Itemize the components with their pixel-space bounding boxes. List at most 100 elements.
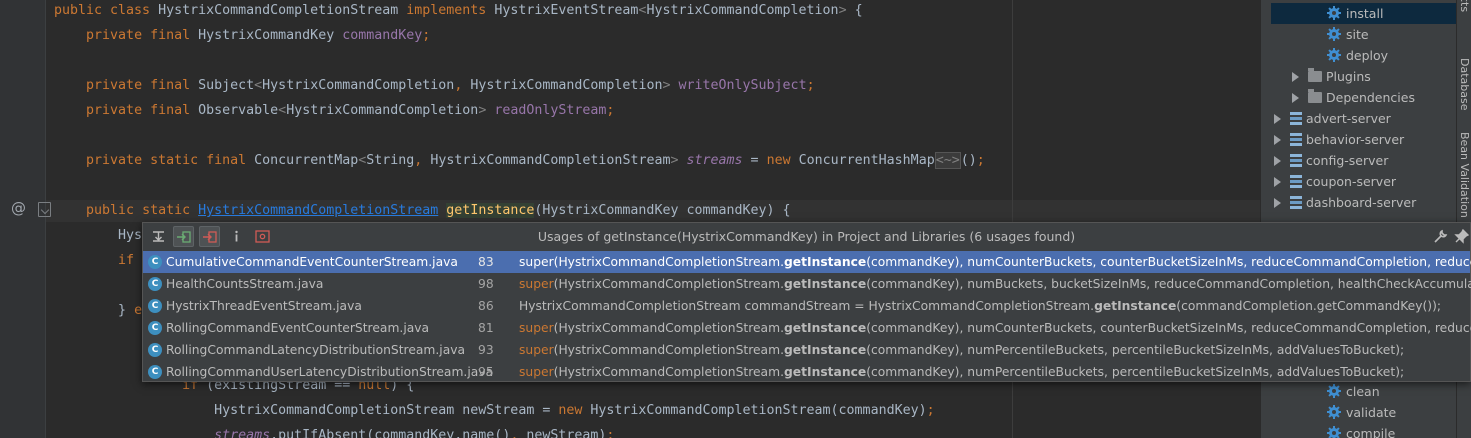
tree-item-clean[interactable]: clean (1327, 381, 1380, 402)
module-icon (1290, 175, 1302, 188)
expand-arrow-icon[interactable] (1274, 177, 1281, 187)
folder-icon (1308, 89, 1322, 103)
tree-item-validate[interactable]: validate (1327, 402, 1396, 423)
tree-item-label: dashboard-server (1306, 195, 1417, 210)
code-line[interactable]: } e (54, 300, 142, 322)
usage-code-snippet: HystrixCommandCompletionStream commandSt… (519, 295, 1441, 317)
code-token: > (838, 3, 855, 18)
expand-arrow-icon[interactable] (1274, 198, 1281, 208)
code-line[interactable]: public static HystrixCommandCompletionSt… (54, 200, 791, 222)
tree-item-label: compile (1346, 426, 1396, 438)
code-token: ; (422, 28, 431, 43)
snippet-suffix: (commandKey), numCounterBuckets, counter… (866, 255, 1471, 269)
settings-wrench-icon[interactable] (1433, 229, 1448, 244)
code-line[interactable]: public class HystrixCommandCompletionStr… (54, 0, 863, 22)
code-line[interactable]: private static final ConcurrentMap<Strin… (54, 150, 985, 172)
tab-maven-projects[interactable]: cts (1458, 0, 1471, 12)
module-icon (1290, 133, 1302, 146)
snippet-method: getInstance (783, 343, 867, 357)
code-token: Subject (198, 78, 255, 93)
tree-item-config-server[interactable]: config-server (1274, 150, 1388, 171)
code-token: implements (406, 3, 495, 18)
editor-gutter[interactable] (0, 0, 45, 438)
usage-code-snippet: super(HystrixCommandCompletionStream.get… (519, 361, 1404, 383)
code-token: new (766, 153, 799, 168)
code-line[interactable]: streams.putIfAbsent(commandKey.name(), n… (54, 425, 614, 438)
tree-item-behavior-server[interactable]: behavior-server (1274, 129, 1404, 150)
tree-item-label: Dependencies (1326, 90, 1415, 105)
tree-item-deploy[interactable]: deploy (1327, 45, 1388, 66)
pin-icon[interactable] (1454, 229, 1469, 244)
expand-arrow-icon[interactable] (1292, 93, 1299, 103)
code-line[interactable]: private final Observable<HystrixCommandC… (54, 100, 614, 122)
usages-list: C CumulativeCommandEventCounterStream.jav… (143, 251, 1471, 383)
read-access-icon (177, 231, 191, 243)
code-token: , (510, 428, 527, 438)
expand-arrow-icon[interactable] (1274, 114, 1281, 124)
tab-bean-validation[interactable]: Bean Validation (1458, 132, 1471, 218)
code-token: ; (976, 153, 985, 168)
merge-usages-button[interactable] (148, 226, 169, 247)
code-token: ; (606, 428, 615, 438)
snippet-suffix: (commandKey), numPercentileBuckets, perc… (866, 343, 1405, 357)
info-button[interactable] (226, 226, 247, 247)
snippet-prefix: (HystrixCommandCompletionStream. (553, 277, 784, 291)
tree-item-compile[interactable]: compile (1327, 423, 1395, 438)
code-token: HystrixCommandCompletionStream(commandKe… (590, 403, 927, 418)
show-read-access-button[interactable] (173, 226, 194, 247)
snippet-prefix: (HystrixCommandCompletionStream. (553, 255, 784, 269)
tree-item-install[interactable]: install (1271, 3, 1457, 24)
expand-arrow-icon[interactable] (1274, 156, 1281, 166)
find-window-icon (255, 230, 270, 243)
tree-item-dashboard-server[interactable]: dashboard-server (1274, 192, 1416, 213)
code-token[interactable]: HystrixCommandCompletionStream (198, 203, 438, 218)
tree-item-advert-server[interactable]: advert-server (1274, 108, 1391, 129)
implementation-marker-icon[interactable] (38, 202, 51, 217)
tree-item-dependencies[interactable]: Dependencies (1292, 87, 1415, 108)
code-token: = (742, 153, 767, 168)
module-icon (1290, 112, 1302, 125)
tree-item-plugins[interactable]: Plugins (1292, 66, 1371, 87)
code-token: () (960, 153, 977, 168)
snippet-suffix: (commandCompletion.getCommandKey()); (1176, 299, 1442, 313)
code-token: HystrixCommandCompletion (286, 103, 479, 118)
code-line[interactable]: private final HystrixCommandKey commandK… (54, 25, 430, 47)
usage-row[interactable]: C HystrixThreadEventStream.java 86 HystrixC… (143, 295, 1470, 317)
usage-row[interactable]: C RollingCommandUserLatencyDistributionSt… (143, 361, 1470, 383)
code-token: ConcurrentHashMap (798, 153, 935, 168)
snippet-prefix: (HystrixCommandCompletionStream. (553, 365, 784, 379)
code-line[interactable]: Hys (54, 225, 142, 247)
override-at-icon[interactable]: @ (11, 199, 26, 217)
usage-row[interactable]: C RollingCommandEventCounterStream.java 81… (143, 317, 1471, 339)
tree-item-label: clean (1346, 384, 1380, 399)
tree-item-label: coupon-server (1306, 174, 1397, 189)
usage-row[interactable]: C HealthCountsStream.java 98 super(HystrixC… (143, 273, 1471, 295)
expand-arrow-icon[interactable] (1292, 72, 1299, 82)
folder-icon (1308, 68, 1322, 82)
usage-row[interactable]: C RollingCommandLatencyDistributionStream… (143, 339, 1470, 361)
open-in-find-window-button[interactable] (252, 226, 273, 247)
show-write-access-button[interactable] (199, 226, 220, 247)
tree-item-site[interactable]: site (1327, 24, 1369, 45)
code-line[interactable]: private final Subject<HystrixCommandComp… (54, 75, 815, 97)
usage-file-name: CumulativeCommandEventCounterStream.java (166, 255, 458, 269)
tree-item-coupon-server[interactable]: coupon-server (1274, 171, 1396, 192)
snippet-method: getInstance (783, 321, 867, 335)
snippet-method: getInstance (783, 255, 867, 269)
code-token: ConcurrentMap (254, 153, 359, 168)
tree-item-label: deploy (1346, 48, 1389, 63)
code-line[interactable]: if (54, 250, 134, 272)
expand-arrow-icon[interactable] (1274, 135, 1281, 145)
snippet-method: getInstance (783, 277, 867, 291)
tab-database[interactable]: Database (1458, 58, 1471, 111)
code-line[interactable]: HystrixCommandCompletionStream newStream… (54, 400, 935, 422)
code-token: HystrixCommandCompletionStream (430, 153, 671, 168)
module-icon (1290, 154, 1302, 167)
usage-row[interactable]: C CumulativeCommandEventCounterStream.jav… (143, 251, 1471, 273)
